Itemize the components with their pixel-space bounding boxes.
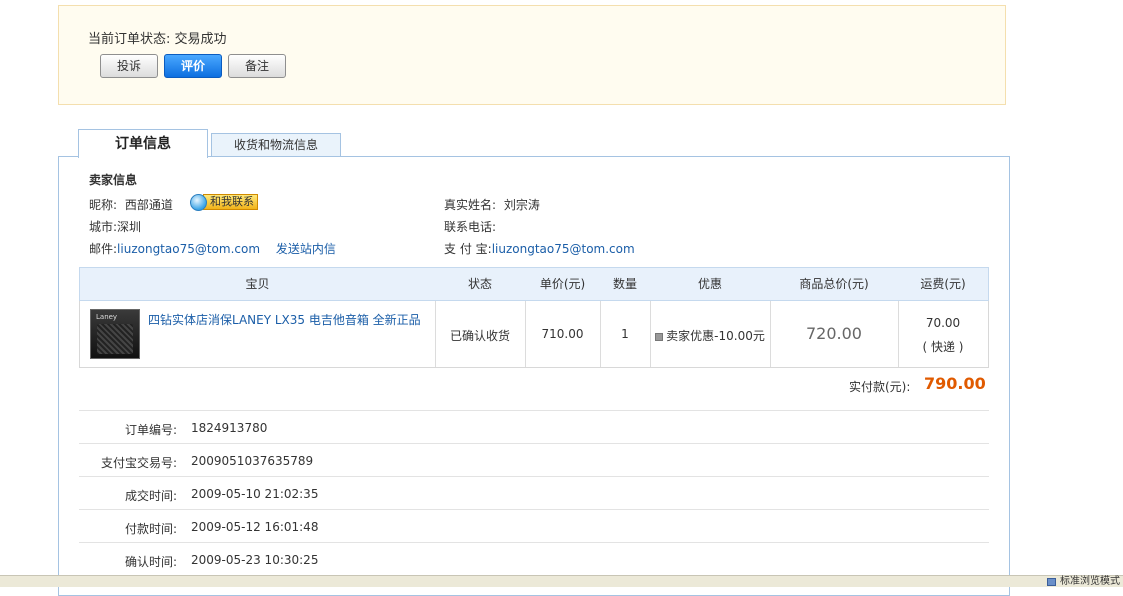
panel-content: 卖家信息 昵称: 西部通道 和我联系 城市:深圳 邮件:liuzongtao75…: [0, 0, 1123, 586]
product-title-link[interactable]: 四钻实体店消保LANEY LX35 电吉他音箱 全新正品: [148, 311, 421, 328]
divider: [79, 410, 989, 411]
header-qty: 数量: [612, 277, 637, 291]
order-no-value: 1824913780: [191, 421, 268, 435]
order-no-label: 订单编号:: [124, 423, 177, 437]
alipay-trade-value: 2009051037635789: [191, 454, 314, 468]
row-total: 720.00: [806, 324, 862, 343]
header-status: 状态: [467, 277, 492, 291]
contact-me-label: 和我联系: [203, 194, 258, 210]
discount-text: 卖家优惠-10.00元: [666, 329, 765, 343]
browse-mode-icon[interactable]: [1047, 578, 1056, 586]
deal-time-label: 成交时间:: [124, 489, 177, 503]
deal-time-value: 2009-05-10 21:02:35: [191, 487, 319, 501]
seller-nickname-row: 昵称: 西部通道: [89, 196, 173, 213]
alipay-trade-label: 支付宝交易号:: [100, 456, 177, 470]
contact-me-button[interactable]: 和我联系: [190, 193, 258, 211]
seller-section-title: 卖家信息: [89, 173, 138, 187]
row-shipping: 70.00: [925, 316, 961, 330]
product-table-header: 宝贝 状态 单价(元) 数量 优惠 商品总价(元) 运费(元): [79, 267, 989, 301]
realname-value: 刘宗涛: [503, 198, 540, 212]
thumbnail-brand: Laney: [96, 313, 118, 321]
confirm-time-label: 确认时间:: [124, 555, 177, 569]
send-site-message-link[interactable]: 发送站内信: [276, 242, 336, 256]
nickname-value: 西部通道: [124, 198, 173, 212]
wangwang-icon: [190, 193, 207, 211]
table-row: Laney 四钻实体店消保LANEY LX35 电吉他音箱 全新正品 已确认收货…: [79, 301, 989, 368]
alipay-link[interactable]: liuzongtao75@tom.com: [492, 242, 635, 256]
amp-grille: [97, 324, 133, 354]
confirm-time-value: 2009-05-23 10:30:25: [191, 553, 319, 567]
divider: [79, 542, 989, 543]
row-status: 已确认收货: [449, 329, 510, 343]
product-thumbnail[interactable]: Laney: [90, 309, 140, 359]
header-discount: 优惠: [697, 277, 722, 291]
paid-amount-value: 790.00: [924, 374, 986, 393]
header-shipping: 运费(元): [920, 277, 966, 291]
browser-status-bar: 标准浏览模式: [0, 575, 1123, 587]
seller-alipay-row: 支 付 宝:liuzongtao75@tom.com: [444, 240, 635, 257]
seller-phone-row: 联系电话:: [444, 218, 496, 235]
pay-time-value: 2009-05-12 16:01:48: [191, 520, 319, 534]
divider: [79, 443, 989, 444]
phone-label: 联系电话:: [444, 220, 497, 234]
discount-bullet-icon: [655, 332, 664, 341]
row-unit-price: 710.00: [541, 327, 584, 341]
seller-realname-row: 真实姓名: 刘宗涛: [444, 196, 540, 213]
row-discount: 卖家优惠-10.00元: [650, 327, 770, 344]
alipay-label: 支 付 宝:: [444, 242, 492, 256]
nickname-label: 昵称:: [89, 198, 118, 212]
header-item: 宝贝: [245, 277, 270, 291]
city-value: 深圳: [117, 220, 142, 234]
header-total: 商品总价(元): [799, 277, 869, 291]
divider: [79, 509, 989, 510]
column-divider: [898, 301, 899, 367]
divider: [79, 476, 989, 477]
paid-amount-label: 实付款(元):: [849, 380, 911, 394]
realname-label: 真实姓名:: [444, 198, 497, 212]
row-qty: 1: [621, 327, 629, 341]
city-label: 城市:: [89, 220, 118, 234]
seller-email-row: 邮件:liuzongtao75@tom.com 发送站内信: [89, 240, 336, 257]
header-unit-price: 单价(元): [539, 277, 586, 291]
seller-city-row: 城市:深圳: [89, 218, 141, 235]
row-shipping-method: ( 快递 ): [922, 340, 964, 354]
pay-time-label: 付款时间:: [124, 522, 177, 536]
email-label: 邮件:: [89, 242, 118, 256]
email-link[interactable]: liuzongtao75@tom.com: [117, 242, 260, 256]
